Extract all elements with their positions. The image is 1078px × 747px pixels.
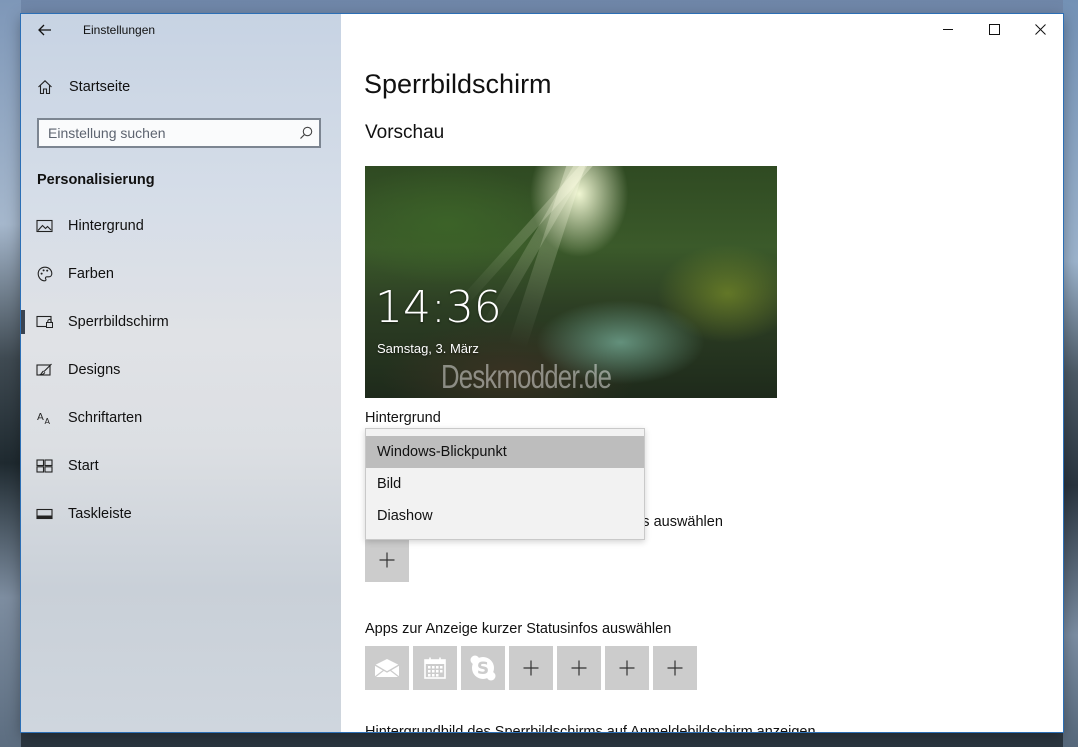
sidebar-item-label: Startseite	[69, 79, 131, 95]
svg-text:A: A	[37, 412, 44, 423]
desktop-background-left	[0, 0, 21, 747]
sidebar-item-start[interactable]: Start	[21, 442, 341, 490]
settings-window: Einstellungen Startseite Personalisierun…	[21, 14, 1063, 732]
sign-in-background-toggle-label: Hintergrundbild des Sperrbildschirms auf…	[365, 724, 816, 732]
quick-status-add-button-4[interactable]	[653, 646, 697, 690]
lock-screen-date: Samstag, 3. März	[377, 341, 479, 356]
sidebar-item-farben[interactable]: Farben	[21, 250, 341, 298]
watermark: Deskmodder.de	[441, 358, 612, 395]
sidebar-item-label: Sperrbildschirm	[68, 314, 169, 330]
close-button[interactable]	[1017, 14, 1063, 44]
page-title: Sperrbildschirm	[364, 69, 552, 99]
back-arrow-icon	[38, 24, 51, 36]
sidebar: Einstellungen Startseite Personalisierun…	[21, 14, 341, 732]
sidebar-item-label: Taskleiste	[68, 506, 132, 522]
background-label: Hintergrund	[365, 410, 441, 426]
quick-status-add-button-2[interactable]	[557, 646, 601, 690]
brush-icon	[21, 363, 68, 378]
section-title: Personalisierung	[37, 172, 155, 188]
sidebar-nav: Hintergrund Farben Sperrbildschirm Desig…	[21, 202, 341, 538]
preview-heading: Vorschau	[365, 122, 445, 143]
quick-status-label: Apps zur Anzeige kurzer Statusinfos ausw…	[365, 621, 672, 637]
detail-status-add-button[interactable]	[365, 538, 409, 582]
search-box	[37, 118, 321, 148]
caption-buttons	[925, 14, 1063, 46]
search-icon[interactable]	[293, 126, 319, 140]
dropdown-option-diashow[interactable]: Diashow	[366, 500, 644, 532]
svg-text:A: A	[44, 417, 50, 425]
sidebar-item-taskleiste[interactable]: Taskleiste	[21, 490, 341, 538]
add-icon	[523, 660, 539, 676]
back-button[interactable]	[33, 18, 57, 42]
font-icon: A A	[21, 411, 68, 425]
start-icon	[21, 459, 68, 473]
sidebar-item-label: Farben	[68, 266, 114, 282]
svg-text:S: S	[477, 659, 489, 679]
skype-app-button[interactable]: S	[461, 646, 505, 690]
background-dropdown[interactable]: Windows-Blickpunkt Bild Diashow	[365, 428, 645, 540]
title-bar: Einstellungen	[21, 14, 341, 46]
dropdown-option-bild[interactable]: Bild	[366, 468, 644, 500]
taskbar-icon	[21, 508, 68, 520]
add-icon	[379, 552, 395, 568]
quick-status-add-button-3[interactable]	[605, 646, 649, 690]
desktop-background-right	[1063, 0, 1078, 747]
maximize-button[interactable]	[971, 14, 1017, 44]
home-icon	[21, 79, 69, 95]
add-icon	[571, 660, 587, 676]
sidebar-item-label: Schriftarten	[68, 410, 143, 426]
palette-icon	[21, 266, 68, 282]
mail-app-button[interactable]	[365, 646, 409, 690]
skype-icon: S	[470, 655, 496, 681]
add-icon	[619, 660, 635, 676]
lock-screen-preview: 14:36 Samstag, 3. März Deskmodder.de	[365, 166, 777, 398]
lock-screen-time: 14:36	[375, 282, 502, 333]
sidebar-item-home[interactable]: Startseite	[21, 70, 341, 104]
minimize-button[interactable]	[925, 14, 971, 44]
sidebar-item-label: Hintergrund	[68, 218, 144, 234]
minimize-icon	[942, 28, 953, 30]
sidebar-item-label: Start	[68, 458, 99, 474]
dropdown-option-windows-blickpunkt[interactable]: Windows-Blickpunkt	[366, 436, 644, 468]
search-input[interactable]	[39, 124, 293, 142]
mail-icon	[374, 659, 400, 678]
sidebar-item-hintergrund[interactable]: Hintergrund	[21, 202, 341, 250]
lock-screen-icon	[21, 315, 68, 329]
calendar-icon	[424, 657, 446, 679]
app-title: Einstellungen	[83, 23, 156, 37]
calendar-app-button[interactable]	[413, 646, 457, 690]
sidebar-item-sperrbildschirm[interactable]: Sperrbildschirm	[21, 298, 341, 346]
add-icon	[667, 660, 683, 676]
quick-status-add-button-1[interactable]	[509, 646, 553, 690]
content-pane: Sperrbildschirm Vorschau 14:36 Samstag, …	[341, 14, 1063, 732]
sidebar-item-label: Designs	[68, 362, 121, 378]
picture-icon	[21, 219, 68, 233]
close-icon	[1034, 23, 1046, 35]
sidebar-item-designs[interactable]: Designs	[21, 346, 341, 394]
sidebar-item-schriftarten[interactable]: A A Schriftarten	[21, 394, 341, 442]
quick-status-apps: S	[365, 646, 697, 690]
maximize-icon	[988, 23, 1000, 35]
